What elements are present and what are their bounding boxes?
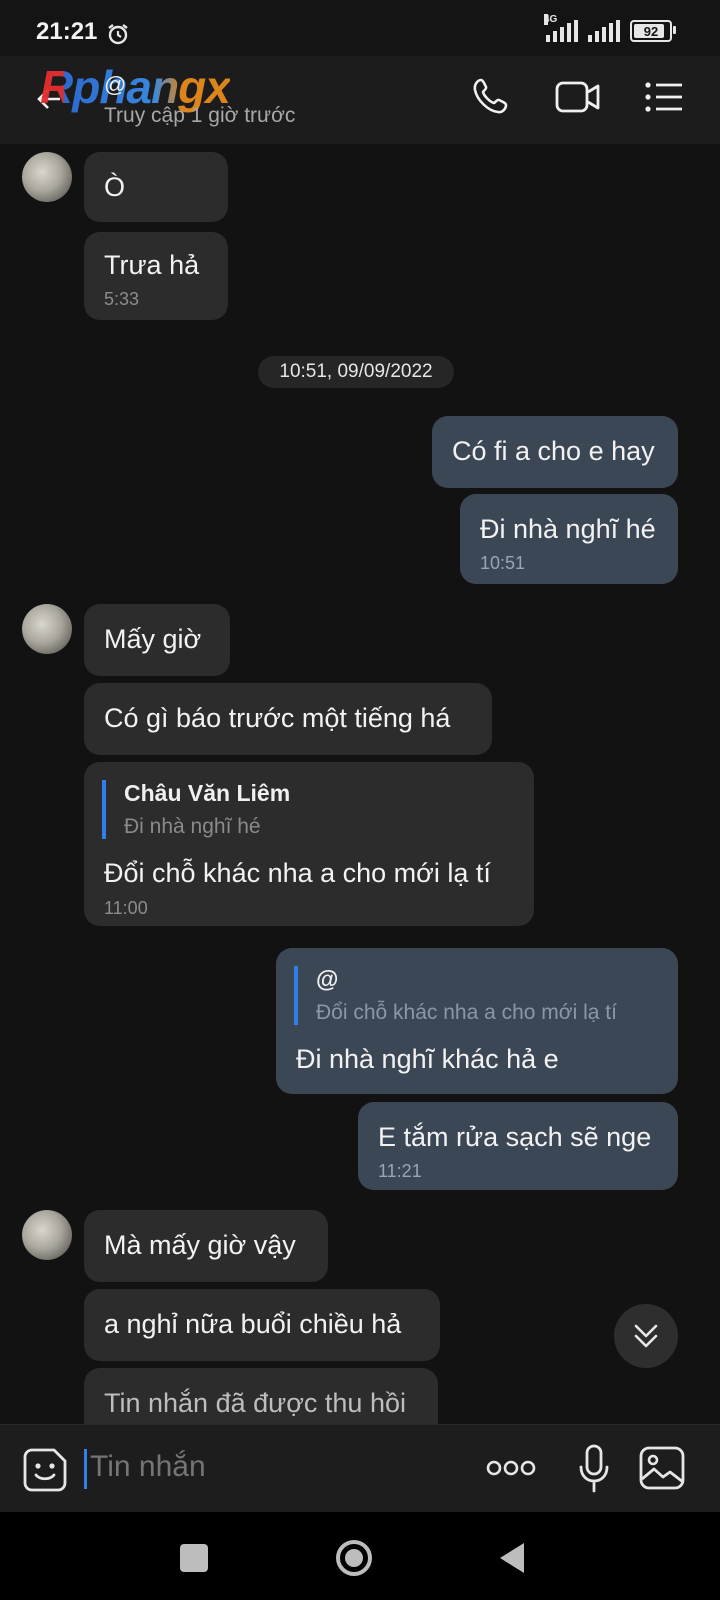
contact-name[interactable]: @ xyxy=(104,72,126,98)
message-text: Ò xyxy=(104,172,126,202)
message-bubble[interactable]: Ò xyxy=(84,152,228,222)
status-time: 21:21 xyxy=(36,18,98,45)
message-bubble[interactable]: Đi nhà nghĩ hé 10:51 xyxy=(460,494,678,584)
quoted-author: Châu Văn Liêm xyxy=(124,780,291,806)
quoted-message[interactable]: @ Đổi chỗ khác nha a cho mới lạ tí xyxy=(294,966,617,1025)
message-time: 10:51 xyxy=(480,553,526,573)
message-text: Mấy giờ xyxy=(104,624,202,654)
message-text: Trưa hả xyxy=(104,250,200,280)
more-options-icon[interactable] xyxy=(486,1457,536,1479)
message-bubble[interactable]: Có gì báo trước một tiếng há xyxy=(84,683,492,755)
message-text: Mà mấy giờ vậy xyxy=(104,1230,296,1260)
home-icon[interactable] xyxy=(334,1538,374,1578)
message-text: Đi nhà nghĩ khác hả e xyxy=(296,1044,559,1074)
message-bubble[interactable]: a nghỉ nữa buổi chiều hả xyxy=(84,1289,440,1361)
back-nav-icon[interactable] xyxy=(496,1540,528,1576)
reply-message-bubble[interactable]: Châu Văn Liêm Đi nhà nghĩ hé Đổi chỗ khá… xyxy=(84,762,534,926)
status-bar: 21:21 4G 92 xyxy=(0,0,720,56)
sticker-emoji-icon[interactable] xyxy=(22,1447,68,1493)
quoted-text: Đi nhà nghĩ hé xyxy=(124,815,261,838)
menu-list-icon[interactable] xyxy=(644,76,684,118)
microphone-icon[interactable] xyxy=(578,1443,610,1495)
message-bubble[interactable]: Mấy giờ xyxy=(84,604,230,676)
recent-apps-icon[interactable] xyxy=(180,1544,208,1572)
quoted-author: @ xyxy=(316,966,339,992)
message-text: E tắm rửa sạch sẽ nge xyxy=(378,1122,652,1152)
message-time: 11:21 xyxy=(378,1161,422,1181)
message-time: 5:33 xyxy=(104,289,140,309)
video-call-icon[interactable] xyxy=(554,76,602,118)
reply-message-bubble[interactable]: @ Đổi chỗ khác nha a cho mới lạ tí Đi nh… xyxy=(276,948,678,1094)
contact-avatar[interactable] xyxy=(22,152,72,202)
message-time: 11:00 xyxy=(104,898,148,918)
chat-header: Rphangx @ Truy cập 1 giờ trước xyxy=(0,56,720,144)
battery-icon: 92 xyxy=(630,20,676,42)
message-bubble[interactable]: Mà mấy giờ vậy xyxy=(84,1210,328,1282)
message-bubble[interactable]: Trưa hả 5:33 xyxy=(84,232,228,320)
phone-call-icon[interactable] xyxy=(472,76,512,118)
message-bubble[interactable]: Tin nhắn đã được thu hồi xyxy=(84,1368,438,1424)
message-bubble[interactable]: Có fi a cho e hay xyxy=(432,416,678,488)
double-chevron-down-icon xyxy=(634,1324,658,1348)
system-navigation-bar xyxy=(0,1512,720,1600)
signal-4g-icon: 4G xyxy=(544,14,578,42)
message-list[interactable]: Ò Trưa hả 5:33 10:51, 09/09/2022 Có fi a… xyxy=(0,144,720,1424)
message-text: Đi nhà nghĩ hé xyxy=(480,514,656,544)
image-gallery-icon[interactable] xyxy=(638,1445,686,1491)
contact-avatar[interactable] xyxy=(22,604,72,654)
alarm-icon xyxy=(108,24,128,45)
message-bubble[interactable]: E tắm rửa sạch sẽ nge 11:21 xyxy=(358,1102,678,1190)
message-text: a nghỉ nữa buổi chiều hả xyxy=(104,1309,402,1339)
message-input[interactable] xyxy=(88,1449,452,1485)
contact-avatar[interactable] xyxy=(22,1210,72,1260)
message-text: Tin nhắn đã được thu hồi xyxy=(104,1388,406,1418)
quoted-text: Đổi chỗ khác nha a cho mới lạ tí xyxy=(316,1001,617,1024)
quoted-message[interactable]: Châu Văn Liêm Đi nhà nghĩ hé xyxy=(102,780,290,839)
message-composer xyxy=(0,1424,720,1513)
message-text: Đổi chỗ khác nha a cho mới lạ tí xyxy=(104,858,491,888)
last-seen-status: Truy cập 1 giờ trước xyxy=(104,104,296,127)
signal-icon xyxy=(588,20,620,42)
message-text: Có fi a cho e hay xyxy=(452,436,655,466)
message-text: Có gì báo trước một tiếng há xyxy=(104,703,451,733)
text-cursor xyxy=(84,1449,87,1489)
battery-level: 92 xyxy=(643,23,659,39)
date-separator: 10:51, 09/09/2022 xyxy=(258,356,454,388)
scroll-to-bottom-button[interactable] xyxy=(614,1304,678,1368)
